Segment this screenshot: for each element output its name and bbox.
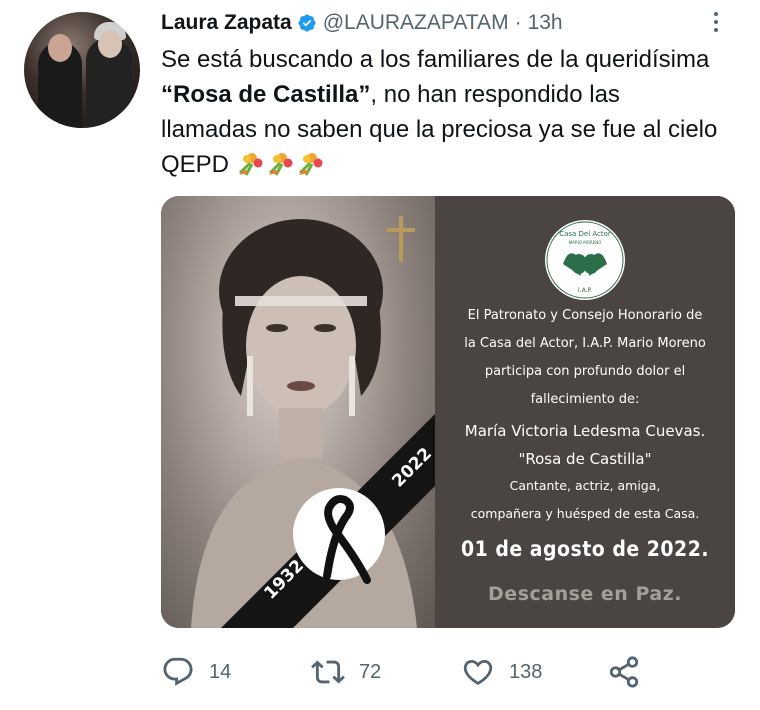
author-handle[interactable]: @LAURAZAPATAM	[323, 11, 509, 35]
avatar[interactable]	[24, 12, 140, 128]
retweet-icon	[311, 660, 345, 684]
verified-badge-icon	[298, 14, 316, 32]
memorial-stage-name: "Rosa de Castilla"	[518, 450, 652, 468]
header-separator: ·	[514, 11, 522, 34]
memorial-text-panel: Casa Del Actor MARIO MORENO I.A.P. El Pa…	[435, 196, 735, 628]
tweet-header: Laura Zapata @LAURAZAPATAM · 13h	[161, 8, 563, 38]
avatar-face-left	[48, 34, 72, 62]
tweet-text-part1: Se está buscando a los familiares de la …	[161, 46, 710, 73]
avatar-face-right	[98, 30, 122, 58]
author-name[interactable]: Laura Zapata	[161, 11, 292, 35]
logo-text-bottom: I.A.P.	[578, 287, 592, 294]
memorial-rip: Descanse en Paz.	[488, 583, 682, 605]
reply-icon	[163, 657, 193, 686]
like-button[interactable]: 138	[461, 652, 542, 692]
bouquet-emoji	[238, 153, 263, 176]
share-icon	[609, 656, 639, 688]
logo-text-top: Casa Del Actor	[559, 230, 611, 238]
memorial-line-2: la Casa del Actor, I.A.P. Mario Moreno	[464, 336, 706, 351]
retweet-count: 72	[359, 660, 382, 683]
logo-text-sub: MARIO MORENO	[569, 240, 602, 245]
tweet[interactable]: Laura Zapata @LAURAZAPATAM · 13h Se está…	[0, 0, 760, 710]
tweet-timestamp[interactable]: 13h	[528, 11, 563, 35]
tweet-text: Se está buscando a los familiares de la …	[161, 42, 721, 182]
cross-icon	[387, 216, 415, 262]
memorial-portrait: 1932 2022	[161, 196, 436, 628]
memorial-line-4: fallecimiento de:	[530, 392, 640, 407]
like-count: 138	[509, 660, 543, 683]
tweet-actions: 14 72 138	[161, 652, 721, 692]
tweet-media-image[interactable]: 1932 2022 Casa Del Actor MARIO MORENO I.…	[161, 196, 735, 628]
memorial-line-8: compañera y huésped de esta Casa.	[470, 506, 700, 521]
bouquet-emoji	[268, 153, 293, 176]
bouquet-emoji	[298, 153, 323, 176]
memorial-line-1: El Patronato y Consejo Honorario de	[467, 308, 703, 323]
tweet-text-bold: “Rosa de Castilla”	[161, 81, 371, 108]
memorial-line-3: participa con profundo dolor el	[484, 364, 686, 379]
more-icon[interactable]	[704, 10, 728, 34]
share-button[interactable]	[607, 652, 641, 692]
reply-button[interactable]: 14	[161, 652, 231, 692]
casa-del-actor-logo: Casa Del Actor MARIO MORENO I.A.P.	[545, 220, 625, 300]
reply-count: 14	[209, 660, 232, 683]
portrait-drawing: 1932 2022	[191, 216, 436, 628]
memorial-date: 01 de agosto de 2022.	[460, 537, 710, 561]
memorial-deceased-name: María Victoria Ledesma Cuevas.	[464, 422, 706, 440]
retweet-button[interactable]: 72	[311, 652, 381, 692]
heart-icon	[463, 659, 493, 685]
memorial-line-7: Cantante, actriz, amiga,	[509, 478, 661, 493]
